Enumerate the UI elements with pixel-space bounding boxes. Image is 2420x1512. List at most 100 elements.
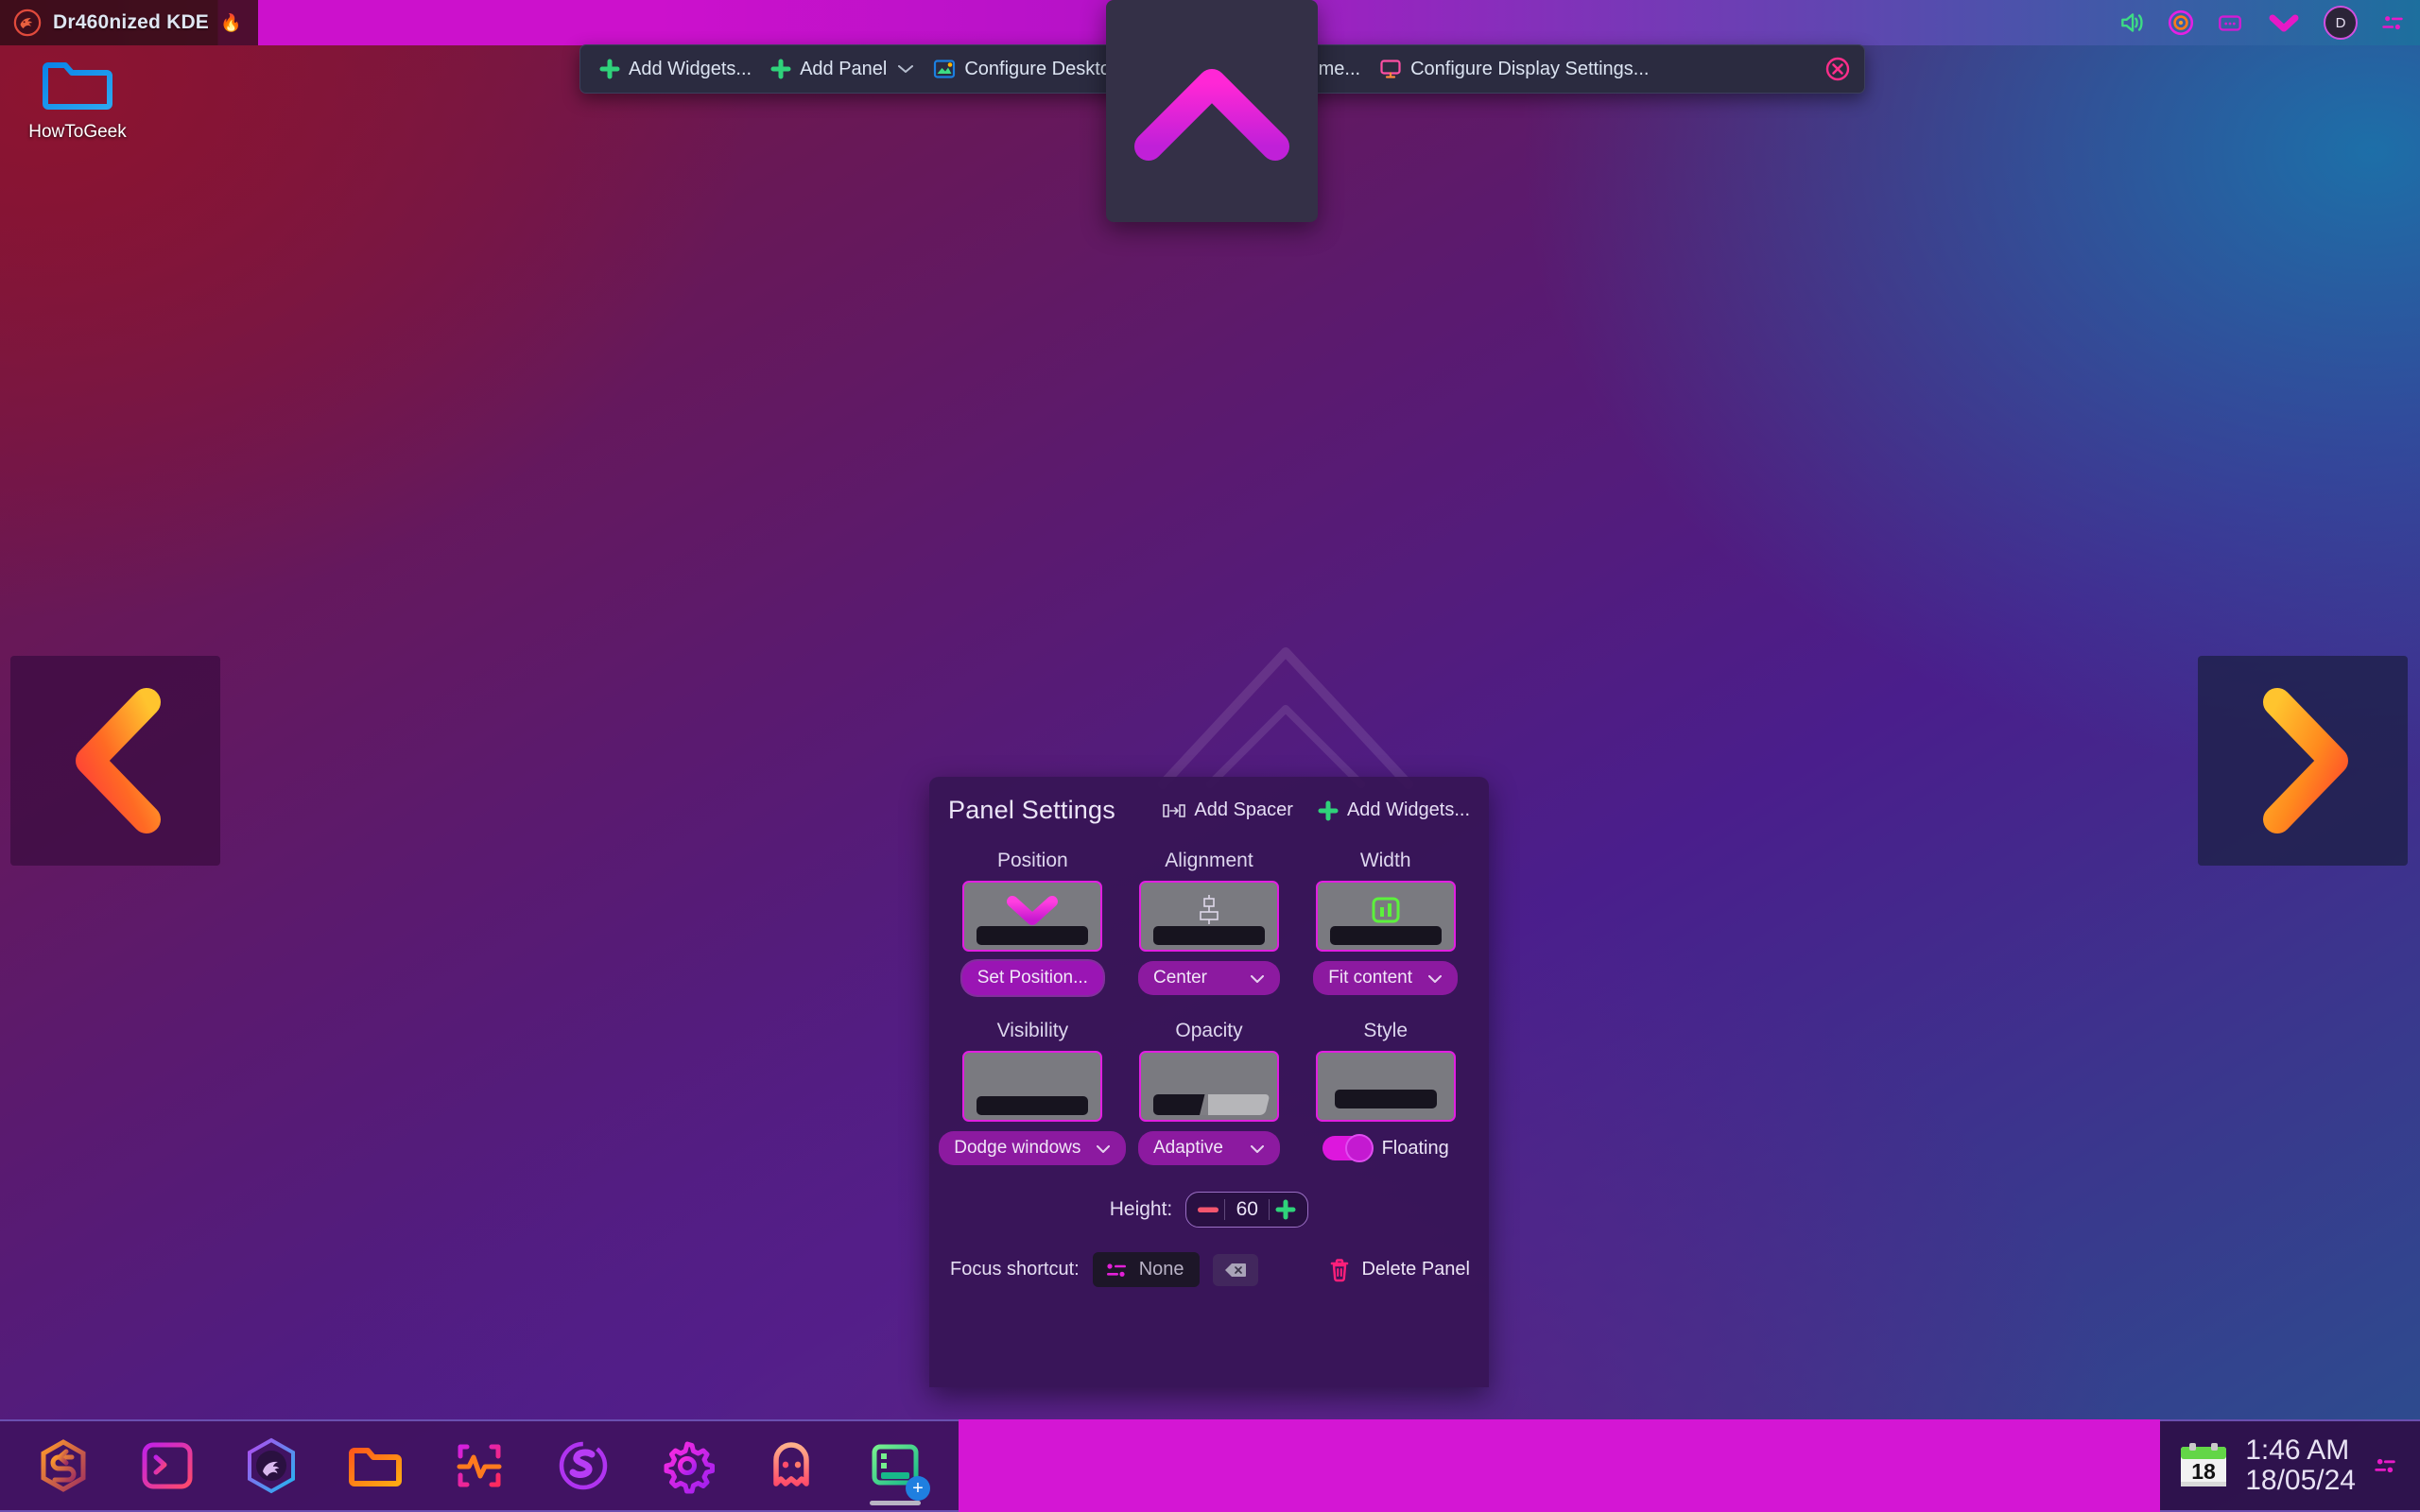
dock-badge: +	[906, 1476, 930, 1501]
toolbar-configure-display-label: Configure Display Settings...	[1410, 58, 1650, 79]
desktop-folder-label: HowToGeek	[28, 122, 127, 142]
minus-icon	[1198, 1207, 1219, 1212]
avatar[interactable]: D	[2324, 6, 2358, 40]
launcher-label: Dr460nized KDE	[53, 11, 210, 33]
right-arrow-widget[interactable]	[2198, 656, 2408, 866]
alignment-preview-bar	[1152, 926, 1265, 945]
dock-item-settings[interactable]	[635, 1419, 739, 1512]
width-preview-glyph	[1370, 894, 1402, 926]
set-position-button[interactable]: Set Position...	[961, 961, 1103, 995]
style-preview[interactable]	[1315, 1051, 1456, 1122]
folder-icon	[43, 62, 112, 110]
clock-text: 1:46 AM 18/05/24	[2245, 1435, 2356, 1497]
sliders-icon[interactable]	[2371, 1452, 2399, 1480]
dock-item-dragon-browser[interactable]	[219, 1419, 323, 1512]
trash-icon	[1331, 1258, 1349, 1281]
clock-date: 18/05/24	[2245, 1465, 2356, 1496]
sliders-icon[interactable]	[2378, 9, 2407, 37]
toolbar-add-panel-label: Add Panel	[800, 58, 888, 79]
alignment-value: Center	[1152, 968, 1208, 988]
style-cell: Style	[1297, 1020, 1474, 1122]
chevron-down-icon	[1250, 1144, 1264, 1153]
add-spacer-label: Add Spacer	[1194, 799, 1293, 820]
visibility-preview-bar	[977, 1096, 1089, 1115]
alignment-select[interactable]: Center	[1137, 961, 1280, 995]
visibility-preview[interactable]	[962, 1051, 1103, 1122]
focus-shortcut-clear-button[interactable]	[1212, 1253, 1258, 1286]
pulse-icon	[457, 1444, 502, 1487]
position-preview-glyph	[1005, 894, 1060, 926]
s-circle-icon	[559, 1441, 608, 1490]
toolbar-add-widgets[interactable]: Add Widgets...	[590, 53, 761, 86]
delete-panel-button[interactable]: Delete Panel	[1328, 1258, 1470, 1282]
dock-item-ghost-app[interactable]	[739, 1419, 843, 1512]
chevron-right-icon	[2263, 688, 2348, 833]
position-label: Position	[996, 850, 1068, 871]
plus-icon	[770, 59, 791, 79]
height-stepper[interactable]: 60	[1185, 1192, 1309, 1228]
dock-launchers: +	[0, 1419, 959, 1512]
panel-settings-title: Panel Settings	[948, 796, 1115, 824]
backspace-icon	[1224, 1263, 1246, 1277]
width-label: Width	[1359, 850, 1411, 871]
fit-content-icon	[1372, 897, 1400, 922]
gear-icon	[664, 1441, 715, 1494]
dock-item-terminal[interactable]	[115, 1419, 219, 1512]
chevron-popup-preview[interactable]	[1106, 0, 1318, 222]
clock-area[interactable]: 18 1:46 AM 18/05/24	[2160, 1419, 2420, 1512]
clipboard-icon[interactable]	[2216, 9, 2244, 37]
close-circle-icon[interactable]	[1824, 56, 1851, 82]
width-preview-bar	[1329, 926, 1442, 945]
dock-item-system-monitor[interactable]	[427, 1419, 531, 1512]
opacity-value: Adaptive	[1152, 1138, 1223, 1158]
floating-toggle[interactable]	[1322, 1134, 1374, 1162]
plus-icon	[1275, 1199, 1296, 1220]
dock-item-garuda-assistant[interactable]	[11, 1419, 115, 1512]
add-spacer-button[interactable]: Add Spacer	[1163, 799, 1293, 821]
desktop-folder-shortcut[interactable]: HowToGeek	[17, 52, 138, 143]
delete-panel-label: Delete Panel	[1361, 1259, 1470, 1280]
visibility-label: Visibility	[996, 1020, 1069, 1041]
position-preview-bar	[977, 926, 1089, 945]
monitor-icon	[1380, 60, 1401, 78]
focus-shortcut-label: Focus shortcut:	[950, 1259, 1080, 1280]
style-preview-bar	[1334, 1090, 1437, 1108]
opacity-select[interactable]: Adaptive	[1137, 1131, 1280, 1165]
dragon-logo-icon	[13, 9, 42, 37]
application-launcher-button[interactable]: Dr460nized KDE 🔥	[0, 0, 259, 45]
plus-icon	[599, 59, 620, 79]
chevron-down-icon[interactable]	[2265, 9, 2303, 36]
taskbar-empty-area[interactable]	[959, 1419, 2161, 1512]
speaker-icon[interactable]	[2118, 9, 2146, 37]
ghost-icon	[773, 1442, 809, 1486]
dock-item-file-manager[interactable]	[323, 1419, 427, 1512]
alignment-cell: Alignment	[1121, 850, 1298, 952]
spacer-icon	[1163, 803, 1186, 817]
height-increase-button[interactable]	[1270, 1196, 1302, 1223]
visibility-select[interactable]: Dodge windows	[939, 1131, 1127, 1165]
align-center-icon	[1200, 894, 1219, 924]
toolbar-add-panel[interactable]: Add Panel	[761, 53, 924, 86]
width-preview[interactable]	[1315, 881, 1456, 952]
height-decrease-button[interactable]	[1192, 1196, 1224, 1223]
opacity-cell: Opacity	[1121, 1020, 1298, 1122]
focus-shortcut-button[interactable]: None	[1092, 1252, 1200, 1287]
width-select[interactable]: Fit content	[1313, 961, 1459, 995]
opacity-preview[interactable]	[1138, 1051, 1279, 1122]
panel-add-widgets-button[interactable]: Add Widgets...	[1318, 799, 1470, 821]
dock-item-konsole-window[interactable]: +	[843, 1419, 947, 1512]
toolbar-configure-display-settings[interactable]: Configure Display Settings...	[1370, 52, 1658, 86]
left-arrow-widget[interactable]	[10, 656, 220, 866]
desktop-watermark	[1144, 624, 1427, 794]
panel-settings-controls-one: Set Position... Center Fit content	[929, 952, 1489, 995]
height-label: Height:	[1109, 1198, 1173, 1220]
media-circle-icon[interactable]	[2167, 9, 2195, 37]
chevron-down-icon	[1428, 974, 1443, 983]
sliders-icon	[1106, 1263, 1126, 1277]
alignment-preview[interactable]	[1138, 881, 1279, 952]
dock-item-sublime[interactable]	[531, 1419, 635, 1512]
toolbar-add-widgets-label: Add Widgets...	[629, 58, 752, 79]
position-preview[interactable]	[962, 881, 1103, 952]
floating-toggle-wrap[interactable]: Floating	[1322, 1131, 1449, 1165]
position-cell: Position	[944, 850, 1121, 952]
